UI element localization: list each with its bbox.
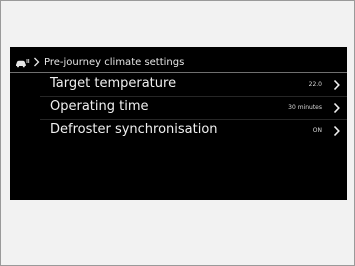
header-divider <box>10 72 347 73</box>
setting-value: 22.0 <box>308 81 322 88</box>
chevron-right-icon <box>333 125 340 137</box>
chevron-right-icon <box>34 57 40 67</box>
chevron-right-icon <box>333 102 340 114</box>
setting-value: ON <box>312 127 322 134</box>
breadcrumb: Pre-journey climate settings <box>15 55 184 69</box>
chevron-right-icon <box>333 79 340 91</box>
setting-row-target-temperature[interactable]: Target temperature 22.0 <box>10 74 347 97</box>
setting-label: Operating time <box>50 99 149 114</box>
setting-row-operating-time[interactable]: Operating time 30 minutes <box>10 97 347 120</box>
setting-label: Target temperature <box>50 76 177 91</box>
car-climate-icon <box>16 58 30 67</box>
setting-row-defroster-synchronisation[interactable]: Defroster synchronisation ON <box>10 120 347 143</box>
setting-label: Defroster synchronisation <box>50 122 218 137</box>
infotainment-screen: Pre-journey climate settings Target temp… <box>10 47 347 200</box>
page-title: Pre-journey climate settings <box>44 56 185 68</box>
setting-value: 30 minutes <box>288 104 322 111</box>
page-frame: Pre-journey climate settings Target temp… <box>0 0 355 266</box>
